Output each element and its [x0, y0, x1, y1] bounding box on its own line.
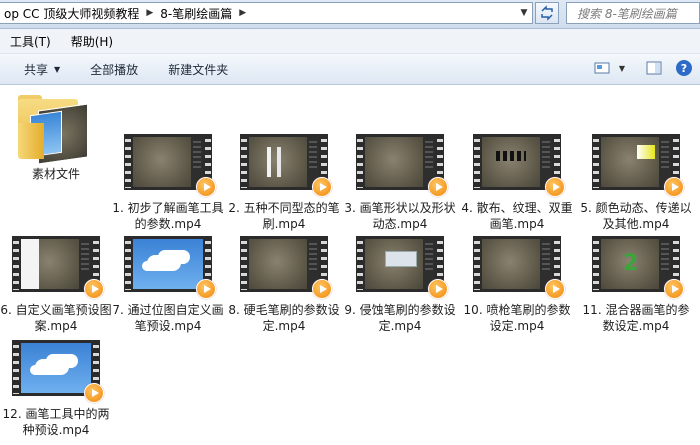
breadcrumb-current[interactable]: 8-笔刷绘画篇	[156, 5, 236, 22]
help-icon[interactable]: ?	[674, 58, 694, 78]
video-thumbnail	[236, 127, 332, 197]
item-name: 素材文件	[31, 167, 80, 181]
video-item[interactable]: 9. 侵蚀笔刷的参数设定.mp4	[344, 229, 456, 334]
video-thumbnail	[8, 333, 104, 403]
video-item[interactable]: 6. 自定义画笔预设图案.mp4	[0, 229, 112, 334]
item-name: 6. 自定义画笔预设图案.mp4	[0, 303, 112, 333]
video-item[interactable]: 2 11. 混合器画笔的参数设定.mp4	[580, 229, 692, 334]
search-input[interactable]	[575, 4, 689, 24]
play-icon	[196, 279, 216, 299]
play-icon	[545, 177, 565, 197]
menu-bar: 工具(T) 帮助(H)	[0, 29, 700, 54]
toolbar-right: ▼ ?	[592, 58, 694, 78]
item-name: 11. 混合器画笔的参数设定.mp4	[582, 303, 690, 333]
file-list: 素材文件 1. 初步了解画笔工具的参数.mp4 2. 五种不同型态的笔刷.mp4…	[0, 85, 700, 445]
new-folder-button[interactable]: 新建文件夹	[150, 61, 240, 78]
video-thumbnail: 2	[588, 229, 684, 299]
address-dropdown-icon[interactable]: ▼	[517, 5, 531, 21]
play-all-button[interactable]: 全部播放	[72, 61, 150, 78]
breadcrumb-separator-icon[interactable]: ▶	[236, 8, 249, 18]
breadcrumb-parent[interactable]: op CC 顶级大师视频教程	[0, 5, 143, 22]
share-button[interactable]: 共享 ▼	[0, 61, 72, 78]
item-name: 9. 侵蚀笔刷的参数设定.mp4	[344, 303, 456, 333]
video-thumbnail	[120, 127, 216, 197]
video-item[interactable]: 2. 五种不同型态的笔刷.mp4	[228, 127, 340, 232]
play-icon	[312, 177, 332, 197]
view-options-icon[interactable]	[592, 58, 612, 78]
play-icon	[84, 383, 104, 403]
play-icon	[545, 279, 565, 299]
item-name: 7. 通过位图自定义画笔预设.mp4	[112, 303, 224, 333]
play-icon	[428, 279, 448, 299]
menu-tools[interactable]: 工具(T)	[0, 33, 61, 50]
item-name: 3. 画笔形状以及形状动态.mp4	[344, 201, 456, 231]
video-item[interactable]: 12. 画笔工具中的两种预设.mp4	[0, 333, 112, 438]
video-item[interactable]: 3. 画笔形状以及形状动态.mp4	[344, 127, 456, 232]
item-name: 10. 喷枪笔刷的参数设定.mp4	[463, 303, 571, 333]
folder-item[interactable]: 素材文件	[0, 93, 112, 182]
video-item[interactable]: 5. 颜色动态、传递以及其他.mp4	[580, 127, 692, 232]
item-name: 1. 初步了解画笔工具的参数.mp4	[112, 201, 224, 231]
chevron-down-icon: ▼	[54, 64, 61, 74]
video-thumbnail	[120, 229, 216, 299]
folder-icon	[8, 93, 104, 165]
address-bar[interactable]: op CC 顶级大师视频教程 ▶ 8-笔刷绘画篇 ▶	[0, 2, 533, 24]
video-item[interactable]: 7. 通过位图自定义画笔预设.mp4	[112, 229, 224, 334]
video-thumbnail	[469, 127, 565, 197]
video-item[interactable]: 10. 喷枪笔刷的参数设定.mp4	[461, 229, 573, 334]
video-thumbnail	[352, 229, 448, 299]
address-bar-row: op CC 顶级大师视频教程 ▶ 8-笔刷绘画篇 ▶ ▼	[0, 0, 700, 29]
play-icon	[312, 279, 332, 299]
video-item[interactable]: 8. 硬毛笔刷的参数设定.mp4	[228, 229, 340, 334]
video-item[interactable]: 1. 初步了解画笔工具的参数.mp4	[112, 127, 224, 232]
refresh-icon	[541, 5, 553, 21]
video-thumbnail	[469, 229, 565, 299]
video-item[interactable]: 4. 散布、纹理、双重画笔.mp4	[461, 127, 573, 232]
video-thumbnail	[352, 127, 448, 197]
svg-text:?: ?	[681, 62, 687, 75]
video-thumbnail	[588, 127, 684, 197]
video-thumbnail	[8, 229, 104, 299]
item-name: 8. 硬毛笔刷的参数设定.mp4	[228, 303, 340, 333]
item-name: 5. 颜色动态、传递以及其他.mp4	[580, 201, 692, 231]
breadcrumb-separator-icon[interactable]: ▶	[143, 8, 156, 18]
play-icon	[196, 177, 216, 197]
play-icon	[664, 279, 684, 299]
share-label: 共享	[24, 62, 49, 77]
play-icon	[664, 177, 684, 197]
menu-help[interactable]: 帮助(H)	[61, 33, 123, 50]
play-icon	[84, 279, 104, 299]
command-bar: 共享 ▼ 全部播放 新建文件夹 ▼ ?	[0, 54, 700, 85]
refresh-button[interactable]	[535, 2, 559, 24]
item-name: 4. 散布、纹理、双重画笔.mp4	[461, 201, 573, 231]
preview-pane-icon[interactable]	[644, 58, 664, 78]
video-thumbnail	[236, 229, 332, 299]
item-name: 2. 五种不同型态的笔刷.mp4	[228, 201, 340, 231]
view-dropdown-icon[interactable]: ▼	[616, 58, 628, 78]
search-box[interactable]	[566, 2, 700, 24]
item-name: 12. 画笔工具中的两种预设.mp4	[2, 407, 110, 437]
play-icon	[428, 177, 448, 197]
